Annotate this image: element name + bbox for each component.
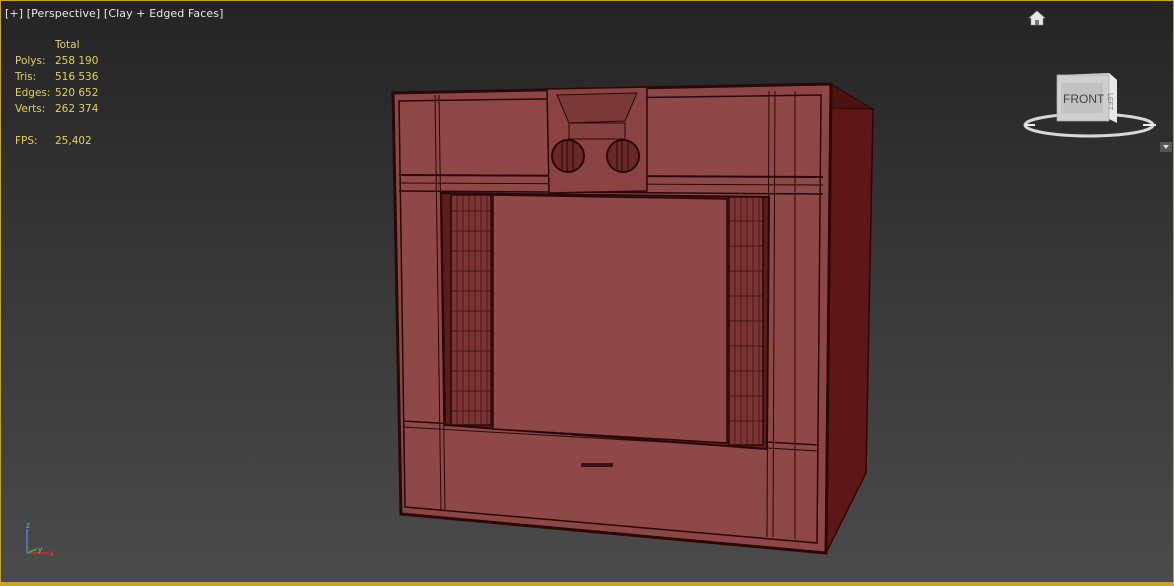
axis-z-label: z: [26, 521, 30, 530]
perspective-viewport[interactable]: [+] [Perspective] [Clay + Edged Faces] T…: [0, 0, 1174, 586]
statistics-overlay: Total Polys: 258 190 Tris: 516 536 Edges…: [15, 37, 98, 149]
viewport-plus-menu[interactable]: [+]: [5, 7, 23, 20]
stats-value: 262 374: [55, 103, 99, 115]
stats-label: Polys:: [15, 55, 46, 67]
control-knob-left: [551, 139, 585, 173]
viewcube[interactable]: FRONT LEFT: [1021, 65, 1161, 145]
viewport-pov-menu[interactable]: [Perspective]: [27, 7, 101, 20]
stats-value: 258 190: [55, 55, 99, 67]
viewport-label-menu: [+] [Perspective] [Clay + Edged Faces]: [5, 7, 223, 20]
control-knob-right: [606, 139, 640, 173]
axis-tripod: z y x: [26, 521, 54, 558]
fps-label: FPS:: [15, 135, 38, 147]
stats-label: Verts:: [15, 103, 46, 115]
stats-label: Edges:: [15, 87, 51, 99]
axis-y-label: y: [38, 545, 42, 554]
dropdown-arrow-icon[interactable]: [1160, 142, 1172, 152]
stats-header: Total: [55, 39, 80, 51]
brand-logo: [581, 463, 613, 467]
viewcube-face-label: FRONT: [1063, 92, 1105, 106]
stats-row-fps: FPS: 25,402: [15, 133, 98, 149]
stats-row-polys: Polys: 258 190: [15, 53, 98, 69]
stats-row-verts: Verts: 262 374: [15, 101, 98, 117]
fps-value: 25,402: [55, 135, 92, 147]
oven-model[interactable]: [381, 81, 881, 561]
viewport-bottom-border: [1, 582, 1173, 585]
svg-text:LEFT: LEFT: [1106, 93, 1113, 111]
stats-label: Tris:: [15, 71, 37, 83]
stats-row-edges: Edges: 520 652: [15, 85, 98, 101]
viewport-shading-menu[interactable]: [Clay + Edged Faces]: [104, 7, 224, 20]
stats-value: 520 652: [55, 87, 99, 99]
home-icon[interactable]: [1028, 10, 1046, 26]
stats-row-tris: Tris: 516 536: [15, 69, 98, 85]
stats-value: 516 536: [55, 71, 99, 83]
axis-x-label: x: [50, 549, 54, 558]
